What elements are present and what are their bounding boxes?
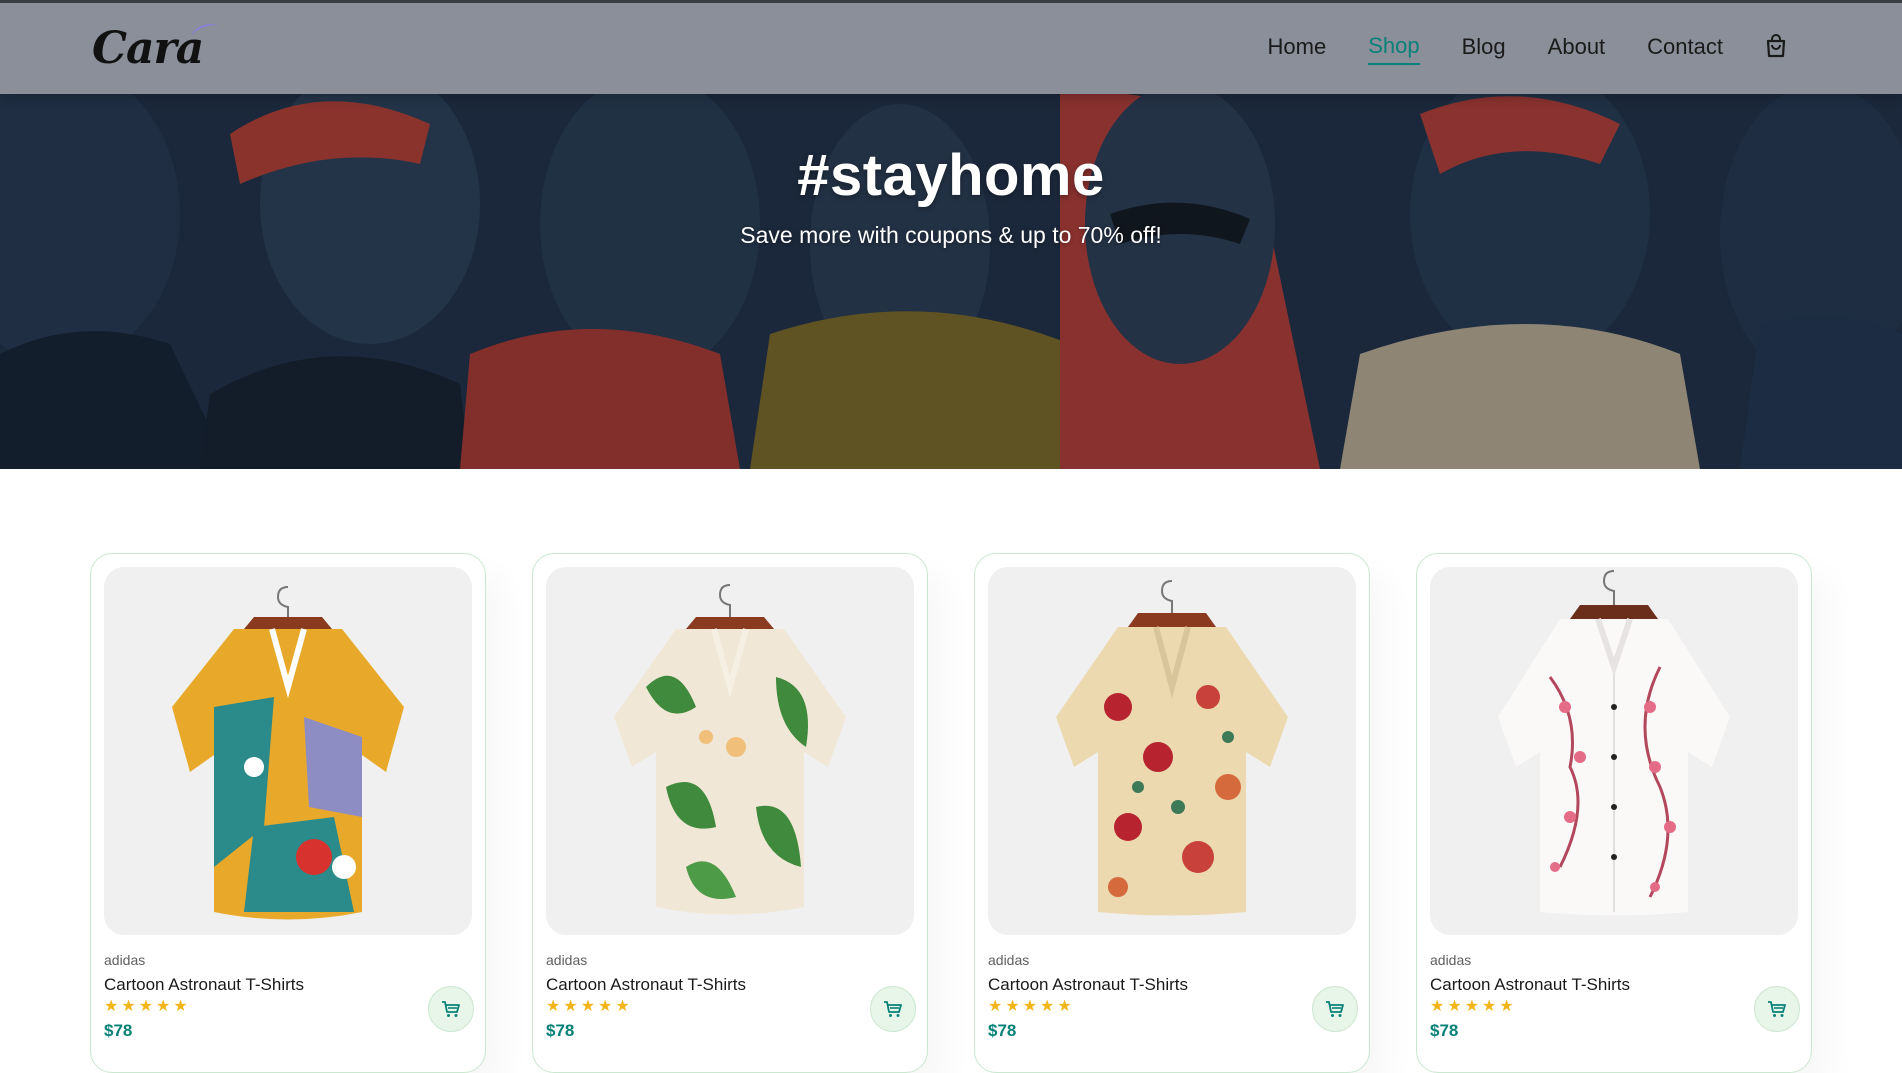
add-to-cart-button[interactable]: [1312, 986, 1358, 1032]
nav-home[interactable]: Home: [1268, 34, 1327, 64]
hero-title: #stayhome: [797, 143, 1105, 208]
hero-banner: #stayhome Save more with coupons & up to…: [0, 94, 1902, 469]
product-price: $78: [546, 1021, 575, 1040]
product-grid: adidas Cartoon Astronaut T-Shirts ★★★★★ …: [90, 553, 1812, 1073]
star-rating: ★★★★★: [546, 998, 633, 1015]
product-name[interactable]: Cartoon Astronaut T-Shirts: [1430, 975, 1798, 995]
product-image[interactable]: [104, 567, 472, 935]
star-rating: ★★★★★: [988, 998, 1075, 1015]
product-price: $78: [104, 1021, 133, 1040]
cart-icon: [1768, 1001, 1786, 1017]
shopping-bag-icon[interactable]: [1765, 34, 1787, 58]
product-price: $78: [1430, 1021, 1459, 1040]
cart-icon: [442, 1001, 460, 1017]
product-image[interactable]: [1430, 567, 1798, 935]
product-card[interactable]: adidas Cartoon Astronaut T-Shirts ★★★★★ …: [1416, 553, 1812, 1073]
product-image[interactable]: [988, 567, 1356, 935]
cart-icon: [884, 1001, 902, 1017]
product-brand: adidas: [1430, 952, 1472, 968]
product-card[interactable]: adidas Cartoon Astronaut T-Shirts ★★★★★ …: [974, 553, 1370, 1073]
nav-shop[interactable]: Shop: [1368, 33, 1420, 65]
product-name[interactable]: Cartoon Astronaut T-Shirts: [104, 975, 472, 995]
add-to-cart-button[interactable]: [428, 986, 474, 1032]
hero-subtitle: Save more with coupons & up to 70% off!: [740, 222, 1162, 248]
main-nav: Home Shop Blog About Contact: [1268, 33, 1787, 65]
product-name[interactable]: Cartoon Astronaut T-Shirts: [546, 975, 914, 995]
nav-blog[interactable]: Blog: [1462, 34, 1506, 64]
nav-contact[interactable]: Contact: [1647, 34, 1723, 64]
nav-about[interactable]: About: [1548, 34, 1606, 64]
product-brand: adidas: [546, 952, 588, 968]
product-image[interactable]: [546, 567, 914, 935]
logo-text: Cara: [92, 23, 204, 74]
product-brand: adidas: [104, 952, 146, 968]
star-rating: ★★★★★: [1430, 998, 1517, 1015]
product-price: $78: [988, 1021, 1017, 1040]
cart-icon: [1326, 1001, 1344, 1017]
product-card[interactable]: adidas Cartoon Astronaut T-Shirts ★★★★★ …: [90, 553, 486, 1073]
product-brand: adidas: [988, 952, 1030, 968]
site-logo[interactable]: Cara: [92, 20, 221, 74]
site-header: Cara Home Shop Blog About Contact: [0, 0, 1902, 94]
add-to-cart-button[interactable]: [1754, 986, 1800, 1032]
product-name[interactable]: Cartoon Astronaut T-Shirts: [988, 975, 1356, 995]
product-card[interactable]: adidas Cartoon Astronaut T-Shirts ★★★★★ …: [532, 553, 928, 1073]
star-rating: ★★★★★: [104, 998, 191, 1015]
add-to-cart-button[interactable]: [870, 986, 916, 1032]
